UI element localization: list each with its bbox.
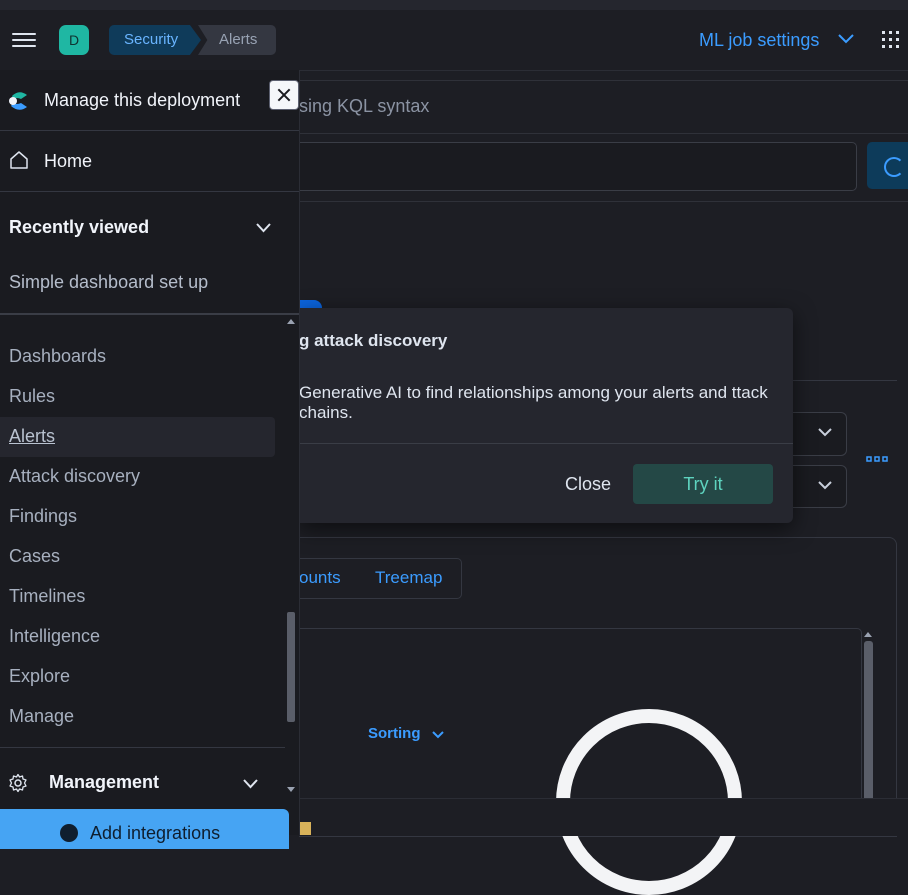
sidebar-item-intelligence[interactable]: Intelligence (9, 626, 100, 647)
popover-body: Generative AI to find relationships amon… (299, 383, 768, 422)
try-it-button[interactable]: Try it (633, 464, 773, 504)
divider (0, 191, 299, 192)
sidebar-item-timelines[interactable]: Timelines (9, 586, 85, 607)
plus-icon (60, 824, 78, 842)
chevron-down-icon[interactable] (242, 778, 259, 789)
recent-item[interactable]: Simple dashboard set up (9, 272, 208, 293)
tab-treemap[interactable]: Treemap (375, 568, 442, 588)
refresh-icon (884, 157, 904, 177)
divider (299, 201, 908, 202)
more-options-icon[interactable] (866, 455, 888, 463)
nav-scrollbar[interactable] (287, 612, 295, 722)
scroll-up-arrow[interactable] (864, 632, 872, 637)
chevron-down-icon[interactable] (818, 427, 832, 437)
home-icon (10, 151, 28, 169)
popover-title: g attack discovery (299, 331, 448, 350)
divider (299, 443, 793, 444)
divider (0, 130, 299, 131)
sidebar-item-dashboards[interactable]: Dashboards (9, 346, 106, 367)
bottom-bar (299, 798, 908, 836)
status-indicator (299, 822, 311, 835)
close-nav-button[interactable] (269, 80, 299, 110)
tab-counts[interactable]: ounts (299, 568, 341, 588)
sidebar-item-cases[interactable]: Cases (9, 546, 60, 567)
manage-deployment-link[interactable]: Manage this deployment (44, 90, 240, 111)
breadcrumb-alerts: Alerts (198, 25, 276, 55)
menu-icon[interactable] (12, 30, 36, 50)
date-picker-field[interactable] (299, 142, 857, 191)
nav-home-link[interactable]: Home (44, 151, 92, 172)
sidebar-item-findings[interactable]: Findings (9, 506, 77, 527)
sidebar-item-attack-discovery[interactable]: Attack discovery (9, 466, 140, 487)
window-top-strip (0, 0, 908, 10)
recently-viewed-header[interactable]: Recently viewed (9, 217, 149, 238)
breadcrumb-security[interactable]: Security (109, 25, 201, 55)
chevron-down-icon[interactable] (255, 222, 272, 233)
sorting-button[interactable]: Sorting (368, 725, 421, 742)
sidebar-item-alerts[interactable]: Alerts (9, 426, 55, 447)
management-header[interactable]: Management (49, 772, 159, 793)
popover-close-button[interactable]: Close (565, 474, 611, 495)
ml-job-settings-button[interactable]: ML job settings (699, 28, 819, 52)
divider (0, 313, 299, 315)
add-integrations-label: Add integrations (90, 823, 221, 843)
deployment-avatar[interactable]: D (59, 25, 89, 55)
sidebar-item-rules[interactable]: Rules (9, 386, 55, 407)
kql-search-placeholder: sing KQL syntax (299, 96, 430, 116)
chevron-down-icon[interactable] (432, 730, 444, 739)
divider (0, 747, 285, 748)
sidebar-item-manage[interactable]: Manage (9, 706, 74, 727)
sidebar-item-explore[interactable]: Explore (9, 666, 70, 687)
gear-icon (9, 773, 27, 793)
scroll-up-arrow[interactable] (287, 319, 295, 324)
scroll-down-arrow[interactable] (287, 787, 295, 792)
chevron-down-icon[interactable] (837, 33, 855, 45)
elastic-logo-icon (9, 92, 27, 110)
chevron-down-icon[interactable] (818, 480, 832, 490)
apps-grid-icon[interactable] (882, 31, 900, 49)
